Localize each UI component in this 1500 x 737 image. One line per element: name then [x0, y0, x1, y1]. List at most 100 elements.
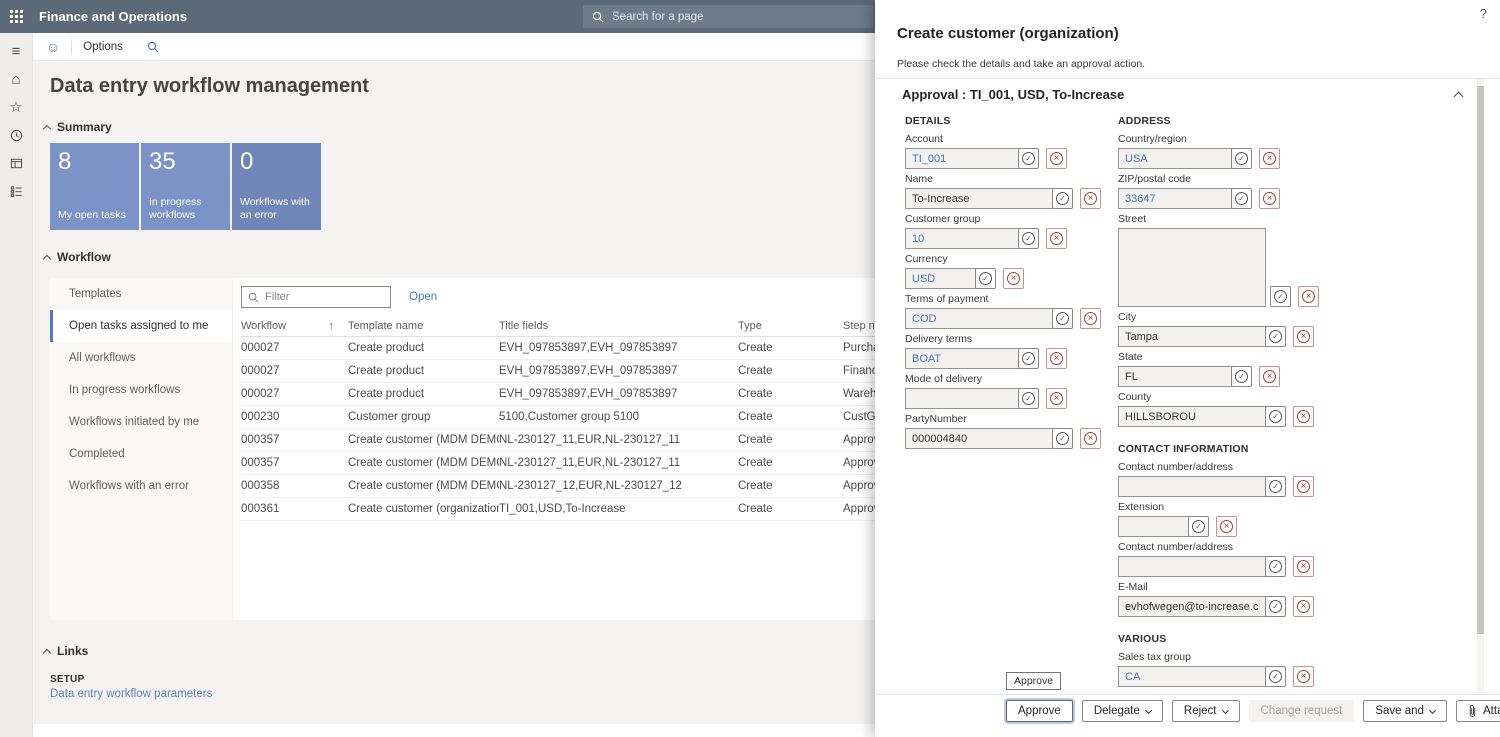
nav-item-open-tasks-assigned-to-me[interactable]: Open tasks assigned to me: [50, 310, 232, 342]
save-and-button[interactable]: Save and: [1363, 700, 1447, 722]
table-row[interactable]: 000027Create productEVH_097853897,EVH_09…: [241, 337, 875, 360]
options-menu[interactable]: Options: [83, 41, 123, 53]
app-launcher-waffle-icon[interactable]: [0, 0, 33, 33]
terms-of-payment-input[interactable]: COD: [905, 308, 1053, 329]
field-approve-button[interactable]: [1265, 596, 1286, 617]
change-request-button[interactable]: Change request: [1249, 700, 1355, 722]
data-entry-workflow-parameters-link[interactable]: Data entry workflow parameters: [50, 688, 212, 700]
customer-group-input[interactable]: 10: [905, 228, 1019, 249]
workflow-section-toggle[interactable]: Workflow: [44, 250, 111, 264]
field-approve-button[interactable]: [1265, 666, 1286, 687]
field-approve-button[interactable]: [1265, 476, 1286, 497]
field-approve-button[interactable]: [1052, 308, 1073, 329]
column-header-workflow[interactable]: Workflow↑: [241, 320, 348, 332]
field-reject-button[interactable]: [1080, 188, 1101, 209]
email-input[interactable]: evhofwegen@to-increase.com: [1118, 596, 1266, 617]
panel-scrollbar-track[interactable]: [1477, 79, 1484, 694]
field-approve-button[interactable]: [1265, 406, 1286, 427]
modules-list-icon[interactable]: [0, 177, 33, 205]
field-reject-button[interactable]: [1046, 228, 1067, 249]
nav-item-in-progress-workflows[interactable]: In progress workflows: [50, 374, 232, 406]
account-input[interactable]: TI_001: [905, 148, 1019, 169]
field-approve-button[interactable]: [1018, 148, 1039, 169]
contact-number-input-2[interactable]: [1118, 556, 1266, 577]
field-reject-button[interactable]: [1293, 406, 1314, 427]
extension-input[interactable]: [1118, 516, 1189, 537]
street-textarea[interactable]: [1118, 228, 1266, 307]
field-approve-button[interactable]: [1231, 188, 1252, 209]
help-icon[interactable]: ?: [1480, 6, 1487, 21]
city-input[interactable]: Tampa: [1118, 326, 1266, 347]
column-header-title-fields[interactable]: Title fields: [499, 320, 738, 332]
county-input[interactable]: HILLSBOROU: [1118, 406, 1266, 427]
table-row[interactable]: 000361Create customer (organization)TI_0…: [241, 498, 875, 521]
nav-item-all-workflows[interactable]: All workflows: [50, 342, 232, 374]
field-approve-button[interactable]: [1231, 366, 1252, 387]
recent-clock-icon[interactable]: [0, 121, 33, 149]
field-approve-button[interactable]: [1265, 326, 1286, 347]
field-reject-button[interactable]: [1293, 596, 1314, 617]
field-approve-button[interactable]: [1052, 188, 1073, 209]
filter-input[interactable]: [265, 291, 377, 303]
command-search-icon[interactable]: [147, 41, 159, 53]
tile-my-open-tasks[interactable]: 8 My open tasks: [50, 143, 139, 230]
horizontal-scroll-area[interactable]: [33, 724, 875, 737]
nav-item-workflows-initiated-by-me[interactable]: Workflows initiated by me: [50, 406, 232, 438]
currency-input[interactable]: USD: [905, 268, 976, 289]
open-link[interactable]: Open: [409, 291, 437, 303]
global-search[interactable]: [583, 5, 873, 28]
nav-item-completed[interactable]: Completed: [50, 438, 232, 470]
field-approve-button[interactable]: [1270, 286, 1291, 307]
summary-section-toggle[interactable]: Summary: [44, 120, 112, 134]
reject-button[interactable]: Reject: [1172, 700, 1240, 722]
field-reject-button[interactable]: [1080, 308, 1101, 329]
field-reject-button[interactable]: [1293, 476, 1314, 497]
field-reject-button[interactable]: [1046, 148, 1067, 169]
field-reject-button[interactable]: [1046, 388, 1067, 409]
workspaces-icon[interactable]: [0, 149, 33, 177]
delivery-terms-input[interactable]: BOAT: [905, 348, 1019, 369]
table-row[interactable]: 000027Create productEVH_097853897,EVH_09…: [241, 360, 875, 383]
field-approve-button[interactable]: [1018, 348, 1039, 369]
column-header-step-name[interactable]: Step name: [843, 320, 875, 332]
panel-scrollbar-thumb[interactable]: [1477, 86, 1484, 634]
state-input[interactable]: FL: [1118, 366, 1232, 387]
field-reject-button[interactable]: [1259, 188, 1280, 209]
feedback-smiley-icon[interactable]: ☺: [46, 39, 60, 55]
field-approve-button[interactable]: [1265, 556, 1286, 577]
country-region-input[interactable]: USA: [1118, 148, 1232, 169]
delegate-button[interactable]: Delegate: [1082, 700, 1163, 722]
global-search-input[interactable]: [612, 11, 842, 23]
column-header-template-name[interactable]: Template name: [348, 320, 499, 332]
field-reject-button[interactable]: [1003, 268, 1024, 289]
field-reject-button[interactable]: [1046, 348, 1067, 369]
field-approve-button[interactable]: [1231, 148, 1252, 169]
field-reject-button[interactable]: [1080, 428, 1101, 449]
field-approve-button[interactable]: [975, 268, 996, 289]
nav-item-templates[interactable]: Templates: [50, 278, 232, 310]
sales-tax-group-input[interactable]: CA: [1118, 666, 1266, 687]
tile-workflows-with-error[interactable]: 0 Workflows with an error: [232, 143, 321, 230]
table-row[interactable]: 000358Create customer (MDM DEMO)NL-23012…: [241, 475, 875, 498]
tile-in-progress-workflows[interactable]: 35 In progress workflows: [141, 143, 230, 230]
name-input[interactable]: To-Increase: [905, 188, 1053, 209]
field-reject-button[interactable]: [1298, 286, 1319, 307]
field-reject-button[interactable]: [1293, 326, 1314, 347]
field-approve-button[interactable]: [1018, 388, 1039, 409]
table-row[interactable]: 000230Customer group5100,Customer group …: [241, 406, 875, 429]
field-approve-button[interactable]: [1018, 228, 1039, 249]
contact-number-input[interactable]: [1118, 476, 1266, 497]
favorites-star-icon[interactable]: ☆: [0, 93, 33, 121]
party-number-input[interactable]: 000004840: [905, 428, 1053, 449]
table-row[interactable]: 000357Create customer (MDM DEMO)NL-23012…: [241, 452, 875, 475]
field-approve-button[interactable]: [1052, 428, 1073, 449]
zip-postal-code-input[interactable]: 33647: [1118, 188, 1232, 209]
field-approve-button[interactable]: [1188, 516, 1209, 537]
links-section-toggle[interactable]: Links: [44, 644, 88, 658]
filter-box[interactable]: [241, 286, 391, 308]
attachments-button[interactable]: Attachments: [1456, 700, 1500, 722]
approve-button[interactable]: Approve: [1006, 700, 1073, 722]
field-reject-button[interactable]: [1259, 148, 1280, 169]
field-reject-button[interactable]: [1259, 366, 1280, 387]
collapse-chevron-up-icon[interactable]: [1454, 92, 1464, 102]
